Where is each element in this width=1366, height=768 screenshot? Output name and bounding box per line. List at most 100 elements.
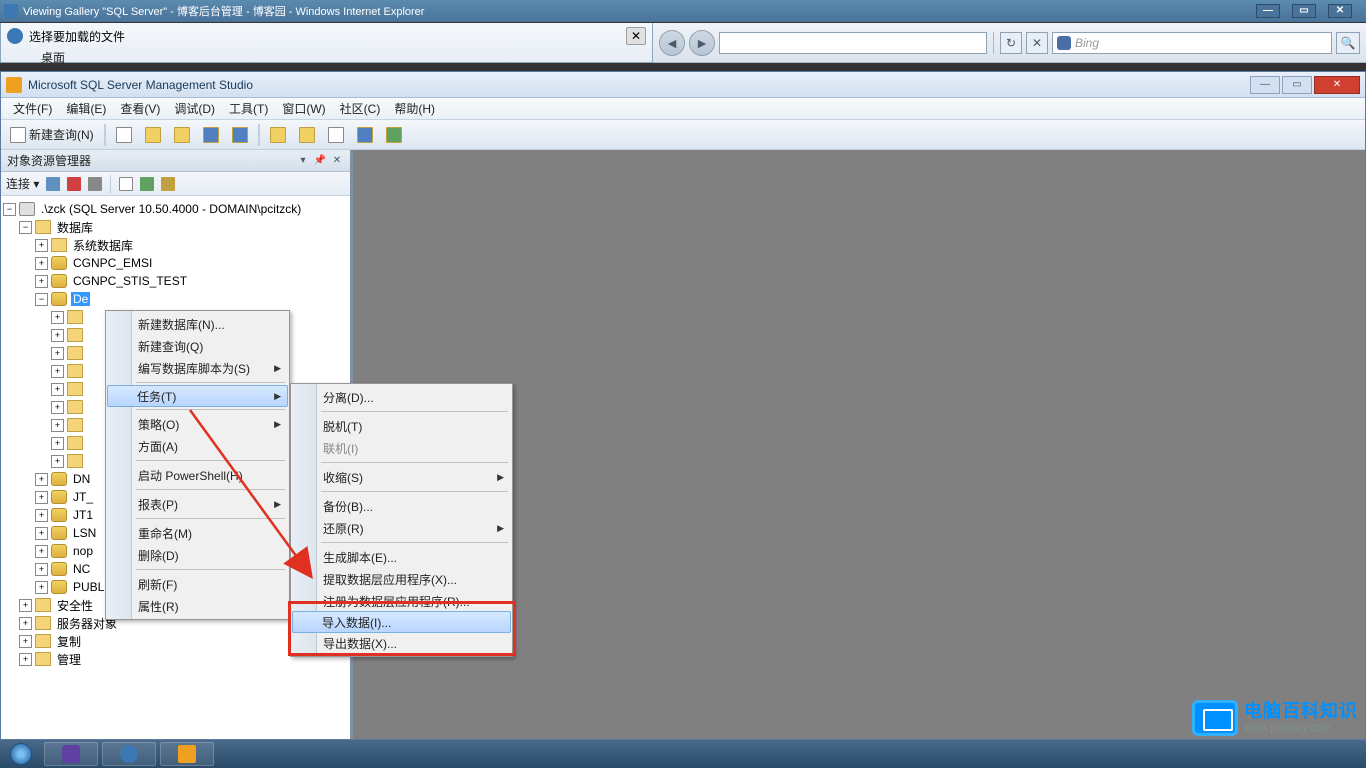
- context-item[interactable]: 删除(D): [108, 544, 287, 566]
- tb-open-button[interactable]: [140, 124, 166, 146]
- context-item[interactable]: 新建查询(Q): [108, 335, 287, 357]
- database-icon: [51, 544, 67, 558]
- oe-tool-filter[interactable]: [117, 175, 135, 193]
- taskbar-item-vs[interactable]: [44, 742, 98, 766]
- context-separator: [136, 382, 285, 383]
- taskbar-item-ie[interactable]: [102, 742, 156, 766]
- context-separator: [321, 491, 508, 492]
- context-item[interactable]: 导出数据(X)...: [293, 632, 510, 654]
- address-bar[interactable]: [719, 32, 987, 54]
- refresh-button[interactable]: ↻: [1000, 32, 1022, 54]
- context-separator: [136, 569, 285, 570]
- context-item[interactable]: 生成脚本(E)...: [293, 546, 510, 568]
- toolbar-separator: [993, 32, 994, 54]
- oe-tool-props[interactable]: [159, 175, 177, 193]
- database-icon: [51, 490, 67, 504]
- file-dialog-close-button[interactable]: ✕: [626, 27, 646, 45]
- context-item[interactable]: 分离(D)...: [293, 386, 510, 408]
- context-item[interactable]: 属性(R): [108, 595, 287, 617]
- oe-pin-icon[interactable]: 📌: [313, 154, 327, 168]
- database-icon: [51, 256, 67, 270]
- object-explorer-header: 对象资源管理器 ▾ 📌 ✕: [1, 150, 350, 172]
- context-item[interactable]: 还原(R)▶: [293, 517, 510, 539]
- oe-tool-refresh[interactable]: [138, 175, 156, 193]
- start-button[interactable]: [0, 740, 42, 768]
- taskbar-item-ssms[interactable]: [160, 742, 214, 766]
- tb-btn4[interactable]: [352, 124, 378, 146]
- menu-debug[interactable]: 调试(D): [168, 98, 221, 119]
- menu-help[interactable]: 帮助(H): [388, 98, 441, 119]
- ssms-menu-bar: 文件(F) 编辑(E) 查看(V) 调试(D) 工具(T) 窗口(W) 社区(C…: [1, 98, 1365, 120]
- context-item[interactable]: 注册为数据层应用程序(R)...: [293, 590, 510, 612]
- tree-server-node[interactable]: −.\zck (SQL Server 10.50.4000 - DOMAIN\p…: [3, 200, 348, 218]
- context-item[interactable]: 重命名(M): [108, 522, 287, 544]
- menu-window[interactable]: 窗口(W): [276, 98, 331, 119]
- context-item[interactable]: 编写数据库脚本为(S)▶: [108, 357, 287, 379]
- tb-open2-button[interactable]: [169, 124, 195, 146]
- menu-community[interactable]: 社区(C): [334, 98, 387, 119]
- watermark: 电脑百科知识 www.pc-daily.com: [1192, 700, 1358, 736]
- tree-sysdb-node[interactable]: +系统数据库: [3, 236, 348, 254]
- context-item[interactable]: 提取数据层应用程序(X)...: [293, 568, 510, 590]
- search-go-button[interactable]: 🔍: [1336, 32, 1360, 54]
- tb-saveall-button[interactable]: [227, 124, 253, 146]
- back-button[interactable]: ◄: [659, 30, 685, 56]
- ie-maximize-button[interactable]: ▭: [1292, 4, 1316, 18]
- ie-minimize-button[interactable]: —: [1256, 4, 1280, 18]
- context-item[interactable]: 脱机(T): [293, 415, 510, 437]
- tb-btn2[interactable]: [294, 124, 320, 146]
- oe-dropdown-icon[interactable]: ▾: [296, 154, 310, 168]
- tree-databases-node[interactable]: −数据库: [3, 218, 348, 236]
- tb-save-button[interactable]: [198, 124, 224, 146]
- tree-db-node-selected[interactable]: −De: [3, 290, 348, 308]
- context-item[interactable]: 启动 PowerShell(H): [108, 464, 287, 486]
- search-box[interactable]: Bing: [1052, 32, 1332, 54]
- context-item[interactable]: 新建数据库(N)...: [108, 313, 287, 335]
- tb-btn5[interactable]: [381, 124, 407, 146]
- context-item[interactable]: 策略(O)▶: [108, 413, 287, 435]
- folder-icon: [35, 652, 51, 666]
- menu-edit[interactable]: 编辑(E): [60, 98, 112, 119]
- ie-logo-icon: [4, 4, 18, 18]
- folder-open-icon: [174, 127, 190, 143]
- database-icon: [51, 508, 67, 522]
- context-item-import-data[interactable]: 导入数据(I)...: [292, 611, 511, 633]
- stop-button[interactable]: ✕: [1026, 32, 1048, 54]
- ssms-app-icon: [6, 77, 22, 93]
- context-item[interactable]: 报表(P)▶: [108, 493, 287, 515]
- icon: [328, 127, 344, 143]
- oe-close-icon[interactable]: ✕: [330, 154, 344, 168]
- new-query-icon: [10, 127, 26, 143]
- tb-btn3[interactable]: [323, 124, 349, 146]
- ssms-close-button[interactable]: ✕: [1314, 76, 1360, 94]
- folder-icon: [67, 400, 83, 414]
- oe-tool-btn3[interactable]: [86, 175, 104, 193]
- oe-tool-btn1[interactable]: [44, 175, 62, 193]
- context-item[interactable]: 备份(B)...: [293, 495, 510, 517]
- context-item[interactable]: 收缩(S)▶: [293, 466, 510, 488]
- watermark-logo-icon: [1192, 700, 1238, 736]
- context-item[interactable]: 任务(T)▶: [107, 385, 288, 407]
- database-icon: [51, 292, 67, 306]
- menu-file[interactable]: 文件(F): [7, 98, 58, 119]
- oe-tool-btn2[interactable]: [65, 175, 83, 193]
- tree-db-node[interactable]: +CGNPC_STIS_TEST: [3, 272, 348, 290]
- menu-view[interactable]: 查看(V): [114, 98, 166, 119]
- ssms-minimize-button[interactable]: —: [1250, 76, 1280, 94]
- tb-btn1[interactable]: [265, 124, 291, 146]
- tb-new-button[interactable]: [111, 124, 137, 146]
- context-item[interactable]: 刷新(F): [108, 573, 287, 595]
- oe-connect-label[interactable]: 连接 ▾: [6, 175, 39, 192]
- menu-tools[interactable]: 工具(T): [223, 98, 274, 119]
- forward-button[interactable]: ►: [689, 30, 715, 56]
- context-item[interactable]: 方面(A): [108, 435, 287, 457]
- tree-db-node[interactable]: +CGNPC_EMSI: [3, 254, 348, 272]
- ie-close-button[interactable]: ✕: [1328, 4, 1352, 18]
- file-dialog-tab-desktop[interactable]: 桌面: [41, 49, 65, 66]
- new-query-label: 新建查询(N): [29, 126, 94, 143]
- toolbar-sep: [258, 124, 260, 146]
- icon: [270, 127, 286, 143]
- ssms-maximize-button[interactable]: ▭: [1282, 76, 1312, 94]
- doc-icon: [116, 127, 132, 143]
- new-query-button[interactable]: 新建查询(N): [5, 124, 99, 146]
